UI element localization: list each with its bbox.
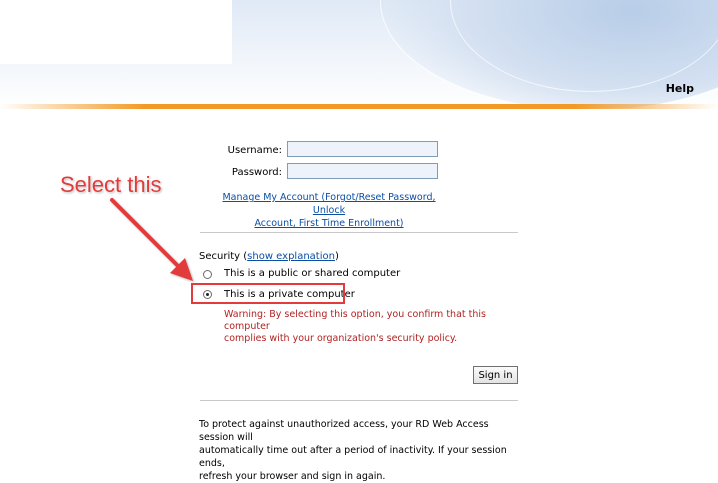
help-link[interactable]: Help xyxy=(666,82,694,95)
password-label: Password: xyxy=(231,167,282,178)
manage-account-line2: Account, First Time Enrollment) xyxy=(254,218,404,229)
warning-line1: Warning: By selecting this option, you c… xyxy=(224,309,486,332)
notice-line1: To protect against unauthorized access, … xyxy=(199,419,489,443)
manage-account-line1: Manage My Account (Forgot/Reset Password… xyxy=(222,192,436,216)
username-input[interactable] xyxy=(287,141,438,157)
divider-bottom xyxy=(200,400,518,401)
warning-line2: complies with your organization's securi… xyxy=(224,333,458,344)
orange-divider xyxy=(0,104,718,109)
logo-area xyxy=(0,0,232,64)
notice-line2: automatically time out after a period of… xyxy=(199,445,507,469)
username-label: Username: xyxy=(227,145,282,156)
public-computer-label[interactable]: This is a public or shared computer xyxy=(224,268,400,279)
password-input[interactable] xyxy=(287,163,438,179)
security-label-suffix: ) xyxy=(334,251,339,262)
session-timeout-notice: To protect against unauthorized access, … xyxy=(199,418,519,483)
private-option-highlight xyxy=(191,283,345,304)
select-this-callout: Select this xyxy=(60,172,162,197)
notice-line3: refresh your browser and sign in again. xyxy=(199,471,386,482)
manage-account-link[interactable]: Manage My Account (Forgot/Reset Password… xyxy=(212,191,446,230)
arrow-shape xyxy=(110,198,193,281)
sign-in-button[interactable]: Sign in xyxy=(473,366,518,384)
header-banner: Help xyxy=(0,0,718,108)
private-warning-text: Warning: By selecting this option, you c… xyxy=(224,309,514,345)
public-computer-radio[interactable] xyxy=(203,270,212,279)
security-label-prefix: Security ( xyxy=(199,251,248,262)
divider-top xyxy=(200,232,518,233)
show-explanation-link[interactable]: show explanation xyxy=(247,251,335,262)
security-label: Security (show explanation) xyxy=(199,251,339,262)
